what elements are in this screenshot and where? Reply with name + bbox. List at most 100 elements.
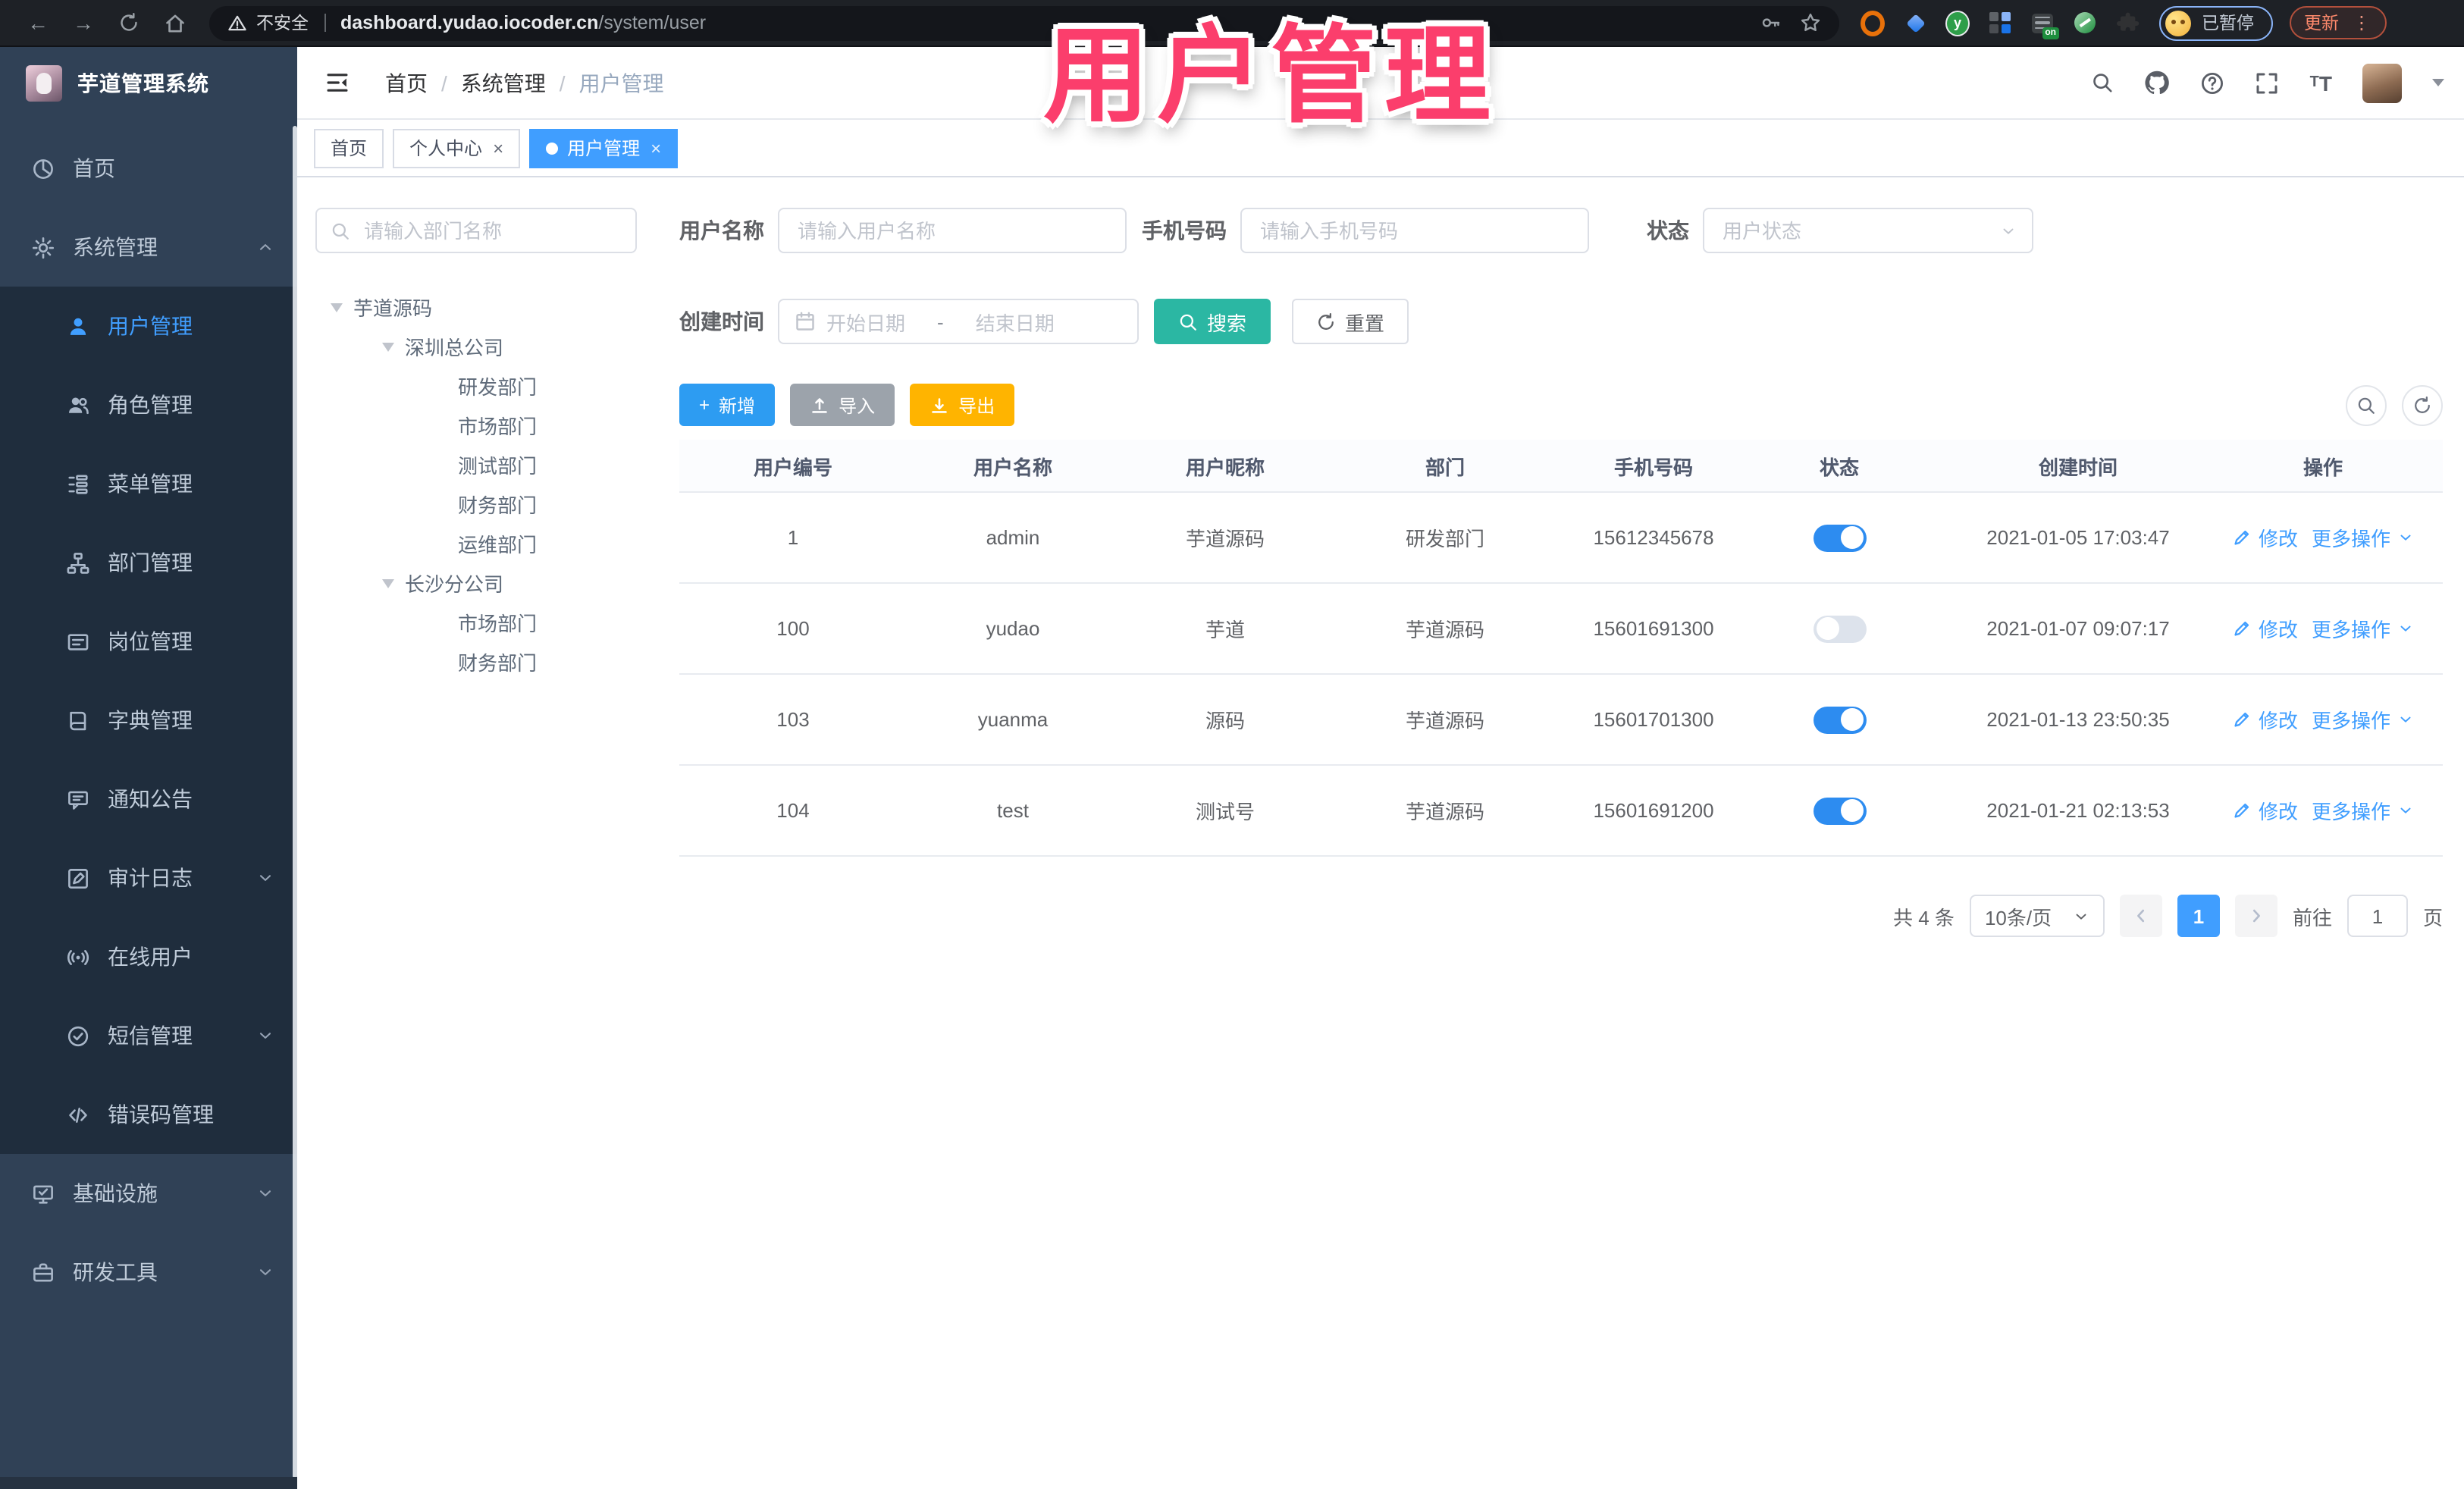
sidebar-item-online[interactable]: 在线用户 xyxy=(0,917,297,996)
tree-node[interactable]: 深圳总公司 xyxy=(315,326,655,365)
forward-icon[interactable]: → xyxy=(70,9,97,36)
tree-node[interactable]: 运维部门 xyxy=(315,523,655,563)
sidebar-item-dept[interactable]: 部门管理 xyxy=(0,523,297,602)
dept-search-input[interactable] xyxy=(361,218,622,243)
status-toggle[interactable] xyxy=(1813,797,1866,824)
tree-expand-caret-icon[interactable] xyxy=(382,579,394,594)
date-range-picker[interactable]: 开始日期 - 结束日期 xyxy=(778,299,1139,344)
page-size-select[interactable]: 10条/页 xyxy=(1969,895,2105,937)
edit-link[interactable]: 修改 xyxy=(2233,796,2298,825)
breadcrumb-home[interactable]: 首页 xyxy=(385,67,428,98)
next-page-button[interactable] xyxy=(2234,895,2277,937)
import-button[interactable]: 导入 xyxy=(790,384,895,426)
export-button[interactable]: 导出 xyxy=(910,384,1015,426)
address-bar[interactable]: 不安全 dashboard.yudao.iocoder.cn /system/u… xyxy=(209,5,1839,40)
tree-node[interactable]: 市场部门 xyxy=(315,405,655,444)
fullscreen-icon[interactable] xyxy=(2256,71,2280,95)
tree-node[interactable]: 测试部门 xyxy=(315,444,655,484)
browser-profile-chip[interactable]: 已暂停 xyxy=(2159,5,2272,40)
sidebar-item-devtool[interactable]: 研发工具 xyxy=(0,1233,297,1312)
more-actions-link[interactable]: 更多操作 xyxy=(2312,796,2413,825)
extension-y-icon[interactable]: y xyxy=(1945,10,1970,36)
extension-on-icon[interactable]: on xyxy=(2030,11,2059,39)
sidebar-item-notice[interactable]: 通知公告 xyxy=(0,760,297,839)
font-size-icon[interactable]: TT xyxy=(2310,71,2332,95)
tab-个人中心[interactable]: 个人中心 × xyxy=(393,128,521,168)
tab-用户管理[interactable]: 用户管理 × xyxy=(529,128,679,168)
goto-page-input[interactable] xyxy=(2346,895,2408,937)
sidebar-item-audit[interactable]: 审计日志 xyxy=(0,839,297,917)
avatar-caret-icon[interactable] xyxy=(2432,79,2444,92)
status-toggle[interactable] xyxy=(1813,615,1866,642)
dashboard-icon xyxy=(32,157,55,180)
browser-update-button[interactable]: 更新 ⋮ xyxy=(2289,6,2386,39)
sidebar-item-post[interactable]: 岗位管理 xyxy=(0,602,297,681)
search-button[interactable]: 搜索 xyxy=(1154,299,1271,344)
sidebar-fold-icon[interactable] xyxy=(324,70,350,96)
tree-expand-caret-icon[interactable] xyxy=(331,303,343,318)
github-icon[interactable] xyxy=(2145,70,2171,96)
password-key-icon[interactable] xyxy=(1760,12,1782,33)
tree-node[interactable]: 财务部门 xyxy=(315,484,655,523)
more-actions-link[interactable]: 更多操作 xyxy=(2312,705,2413,734)
back-icon[interactable]: ← xyxy=(24,9,52,36)
add-button[interactable]: + 新增 xyxy=(679,384,776,426)
tab-close-icon[interactable]: × xyxy=(493,137,503,158)
sidebar-item-sms[interactable]: 短信管理 xyxy=(0,996,297,1075)
user-avatar[interactable] xyxy=(2362,63,2402,102)
extension-grid-icon[interactable] xyxy=(1988,11,2012,35)
edit-link[interactable]: 修改 xyxy=(2233,614,2298,643)
home-icon[interactable] xyxy=(161,9,188,36)
sidebar-item-label: 在线用户 xyxy=(108,945,193,969)
tab-首页[interactable]: 首页 xyxy=(314,128,384,168)
browser-menu-kebab-icon[interactable]: ⋮ xyxy=(2353,14,2371,32)
extension-orange-icon[interactable] xyxy=(1861,10,1885,36)
header-actions: TT xyxy=(2092,63,2444,102)
extension-gem-icon[interactable] xyxy=(1903,11,1927,35)
tree-expand-caret-icon[interactable] xyxy=(382,343,394,358)
tree-node[interactable]: 市场部门 xyxy=(315,602,655,641)
search-icon[interactable] xyxy=(2092,71,2114,94)
breadcrumb-system[interactable]: 系统管理 xyxy=(461,67,546,98)
cell-mobile: 15601691300 xyxy=(1593,617,1714,640)
tree-node[interactable]: 长沙分公司 xyxy=(315,563,655,602)
security-badge[interactable]: 不安全 xyxy=(227,11,309,35)
status-select-input[interactable] xyxy=(1719,218,1989,243)
mobile-input[interactable] xyxy=(1257,218,1572,243)
sidebar-item-errcode[interactable]: 错误码管理 xyxy=(0,1075,297,1154)
username-input[interactable] xyxy=(795,218,1110,243)
bookmark-star-icon[interactable] xyxy=(1800,12,1821,33)
more-actions-link[interactable]: 更多操作 xyxy=(2312,523,2413,552)
current-page-button[interactable]: 1 xyxy=(2177,895,2220,937)
sidebar-scrollbar[interactable] xyxy=(293,126,297,1478)
prev-page-button[interactable] xyxy=(2119,895,2162,937)
sidebar-item-dict[interactable]: 字典管理 xyxy=(0,681,297,760)
sidebar-item-role[interactable]: 角色管理 xyxy=(0,365,297,444)
extensions-puzzle-icon[interactable] xyxy=(2115,11,2140,35)
edit-link[interactable]: 修改 xyxy=(2233,523,2298,552)
edit-label: 修改 xyxy=(2258,619,2298,641)
sidebar-logo[interactable]: 芋道管理系统 xyxy=(0,47,297,118)
help-icon[interactable] xyxy=(2201,71,2225,95)
status-toggle[interactable] xyxy=(1813,524,1866,551)
status-select[interactable] xyxy=(1703,208,2033,253)
sidebar-item-user[interactable]: 用户管理 xyxy=(0,287,297,365)
toggle-search-button[interactable] xyxy=(2346,384,2387,425)
table-toolbar: + 新增 导入 导出 xyxy=(679,384,2443,426)
sidebar-item-infra[interactable]: 基础设施 xyxy=(0,1154,297,1233)
status-toggle[interactable] xyxy=(1813,706,1866,733)
refresh-table-button[interactable] xyxy=(2402,384,2443,425)
dept-search-box[interactable] xyxy=(315,208,637,253)
sidebar-item-dashboard[interactable]: 首页 xyxy=(0,129,297,208)
tree-node[interactable]: 研发部门 xyxy=(315,365,655,405)
more-actions-link[interactable]: 更多操作 xyxy=(2312,614,2413,643)
sidebar-item-menu[interactable]: 菜单管理 xyxy=(0,444,297,523)
edit-link[interactable]: 修改 xyxy=(2233,705,2298,734)
reset-button[interactable]: 重置 xyxy=(1292,299,1409,344)
tab-close-icon[interactable]: × xyxy=(650,137,661,158)
sidebar-item-gear[interactable]: 系统管理 xyxy=(0,208,297,287)
reload-icon[interactable] xyxy=(115,9,143,36)
tree-node[interactable]: 财务部门 xyxy=(315,641,655,681)
extension-leaf-icon[interactable] xyxy=(2073,11,2097,35)
tree-node[interactable]: 芋道源码 xyxy=(315,287,655,326)
